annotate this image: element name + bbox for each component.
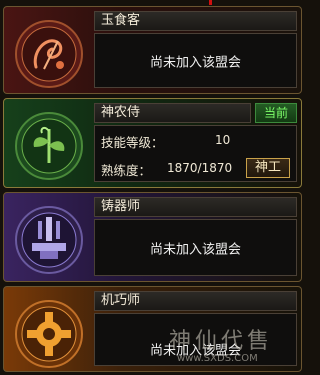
profession-card-shennongshi[interactable]: 神农侍 当前 技能等级： 10 熟练度： 1870/1870 神工 [3, 98, 302, 188]
profession-status-box: 尚未加入该盟会 [94, 313, 297, 366]
profession-status-box: 尚未加入该盟会 [94, 219, 297, 276]
current-profession-badge: 当前 [255, 103, 297, 123]
profession-title-bar: 玉食客 [94, 11, 297, 31]
profession-status-box: 尚未加入该盟会 [94, 33, 297, 88]
profession-name: 铸器师 [101, 199, 141, 214]
profession-card-yushike[interactable]: 玉食客 尚未加入该盟会 [3, 6, 302, 94]
skill-level-value: 10 [215, 133, 231, 147]
top-red-marker [209, 0, 212, 5]
profession-name: 玉食客 [101, 13, 141, 28]
rank-button[interactable]: 神工 [246, 158, 290, 178]
profession-card-zhuqishi[interactable]: 铸器师 尚未加入该盟会 [3, 192, 302, 282]
food-crest-icon [14, 19, 84, 89]
profession-name: 神农侍 [101, 105, 141, 120]
gear-mechanism-icon [14, 299, 84, 369]
herb-leaf-icon [14, 111, 84, 181]
skill-level-label: 技能等级： [101, 135, 164, 150]
proficiency-label: 熟练度： [101, 163, 152, 178]
not-joined-message: 尚未加入该盟会 [149, 55, 241, 70]
profession-title-bar: 铸器师 [94, 197, 297, 217]
profession-title-bar: 神农侍 [94, 103, 251, 123]
profession-title-bar: 机巧师 [94, 291, 297, 311]
proficiency-value: 1870/1870 [167, 161, 233, 175]
forge-anvil-icon [14, 205, 84, 275]
not-joined-message: 尚未加入该盟会 [149, 242, 241, 257]
profession-name: 机巧师 [101, 293, 141, 308]
profession-stats-box: 技能等级： 10 熟练度： 1870/1870 神工 [94, 125, 297, 182]
profession-card-jiqiaoshi[interactable]: 机巧师 尚未加入该盟会 [3, 286, 302, 372]
not-joined-message: 尚未加入该盟会 [149, 343, 241, 359]
